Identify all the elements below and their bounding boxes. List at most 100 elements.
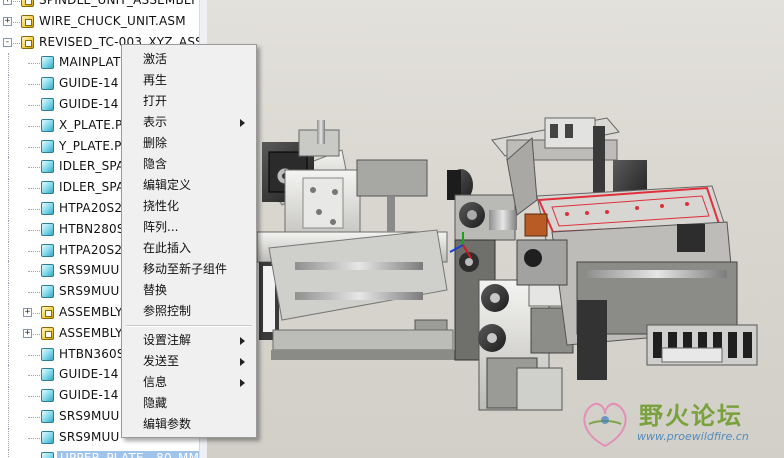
tree-connector bbox=[28, 188, 40, 190]
tree-connector bbox=[28, 63, 40, 65]
part-icon bbox=[41, 285, 54, 299]
context-menu-item-label: 再生 bbox=[143, 73, 168, 87]
context-menu-item[interactable]: 在此插入 bbox=[122, 238, 256, 259]
context-menu-item-label: 删除 bbox=[143, 136, 168, 150]
tree-item-label: ASSEMBLY bbox=[59, 325, 123, 340]
tree-item[interactable]: + SPINDLE_UNIT_ASSEMBLY bbox=[0, 0, 199, 11]
tree-connector bbox=[8, 219, 9, 240]
part-icon bbox=[41, 181, 54, 195]
assembly-icon bbox=[21, 14, 34, 28]
tree-connector bbox=[8, 261, 9, 282]
context-menu-item[interactable]: 编辑参数 bbox=[122, 414, 256, 435]
tree-connector bbox=[8, 407, 9, 427]
context-menu-item[interactable]: 再生 bbox=[122, 70, 256, 91]
tree-connector bbox=[8, 157, 9, 178]
context-menu-item[interactable]: 激活 bbox=[122, 49, 256, 70]
tree-connector bbox=[8, 115, 9, 136]
tree-connector bbox=[28, 354, 40, 356]
tree-connector bbox=[28, 105, 40, 106]
assembly-icon bbox=[41, 326, 54, 340]
menu-separator bbox=[126, 325, 252, 327]
part-icon bbox=[41, 410, 54, 423]
tree-connector bbox=[8, 386, 9, 407]
context-menu-item[interactable]: 隐藏 bbox=[122, 393, 256, 414]
context-menu-item[interactable]: 发送至 bbox=[122, 351, 256, 372]
context-menu-item[interactable]: 信息 bbox=[122, 372, 256, 393]
tree-item-label: ASSEMBLY bbox=[59, 305, 123, 319]
context-menu-item-label: 移动至新子组件 bbox=[143, 262, 228, 276]
tree-connector bbox=[28, 146, 40, 148]
part-icon bbox=[41, 139, 54, 153]
tree-item[interactable]: + WIRE_CHUCK_UNIT.ASM bbox=[0, 12, 199, 32]
tree-connector bbox=[8, 240, 9, 261]
tree-connector bbox=[8, 178, 9, 199]
context-menu-item[interactable]: 打开 bbox=[122, 91, 256, 112]
tree-item-label: WIRE_CHUCK_UNIT.ASM bbox=[39, 13, 186, 28]
tree-connector bbox=[8, 136, 9, 157]
tree-connector bbox=[8, 74, 9, 95]
tree-item-label: MAINPLAT bbox=[59, 55, 121, 70]
tree-connector bbox=[28, 375, 40, 377]
expand-icon[interactable]: + bbox=[23, 308, 32, 317]
collapse-icon[interactable]: - bbox=[3, 37, 12, 47]
part-icon bbox=[41, 118, 54, 132]
context-menu-item[interactable]: 参照控制 bbox=[122, 301, 256, 322]
context-menu-item-label: 打开 bbox=[143, 94, 168, 108]
assembly-model-render bbox=[256, 117, 758, 411]
part-icon bbox=[41, 451, 54, 458]
left-unit bbox=[256, 120, 473, 360]
context-menu-item-label: 信息 bbox=[143, 375, 168, 389]
tree-item-label: SRS9MUU bbox=[59, 429, 120, 444]
submenu-arrow-icon bbox=[240, 119, 245, 127]
tree-item-label: UPPER_PLATE__80_MM bbox=[57, 450, 203, 458]
part-icon bbox=[41, 368, 54, 382]
submenu-arrow-icon bbox=[240, 358, 245, 366]
expand-icon[interactable]: + bbox=[23, 328, 32, 338]
tree-connector bbox=[8, 303, 9, 323]
tree-item-selected[interactable]: UPPER_PLATE__80_MM bbox=[0, 448, 203, 458]
watermark-logo-icon bbox=[583, 402, 627, 448]
tree-connector bbox=[28, 84, 40, 86]
context-menu-item[interactable]: 隐含 bbox=[122, 154, 256, 175]
expand-icon[interactable]: + bbox=[3, 0, 12, 5]
submenu-arrow-icon bbox=[240, 379, 245, 387]
graphics-viewport[interactable] bbox=[207, 0, 784, 458]
tree-connector bbox=[28, 437, 40, 439]
context-menu-item-label: 隐含 bbox=[143, 157, 168, 171]
context-menu-item[interactable]: 删除 bbox=[122, 133, 256, 154]
context-menu-item-label: 表示 bbox=[143, 115, 168, 129]
tree-connector bbox=[8, 448, 9, 458]
tree-connector bbox=[28, 209, 40, 210]
context-menu-item-label: 隐藏 bbox=[143, 396, 168, 410]
tree-connector bbox=[8, 53, 9, 74]
context-menu-item-label: 参照控制 bbox=[143, 304, 192, 318]
tree-connector bbox=[8, 344, 9, 365]
tree-connector bbox=[28, 229, 40, 231]
part-icon bbox=[41, 389, 54, 403]
tree-item-label: GUIDE-14 bbox=[59, 367, 119, 382]
context-menu-item[interactable]: 移动至新子组件 bbox=[122, 259, 256, 280]
context-menu-item[interactable]: 编辑定义 bbox=[122, 175, 256, 196]
tree-item-label: SRS9MUU bbox=[59, 409, 120, 423]
context-menu-item-label: 替换 bbox=[143, 283, 168, 297]
tree-connector bbox=[28, 292, 40, 294]
expand-icon[interactable]: + bbox=[3, 16, 12, 26]
context-menu-item[interactable]: 阵列... bbox=[122, 217, 256, 238]
tree-item-label: Y_PLATE.P bbox=[59, 138, 122, 153]
context-menu-item[interactable]: 替换 bbox=[122, 280, 256, 301]
context-menu: 激活再生打开表示删除隐含编辑定义 挠性化 阵列... 在此插入移动至新子组件 替换参照控… bbox=[121, 44, 257, 438]
tree-connector bbox=[28, 417, 40, 418]
part-icon bbox=[41, 243, 54, 257]
tree-connector bbox=[28, 167, 40, 169]
part-icon bbox=[41, 56, 54, 70]
tree-connector bbox=[8, 323, 9, 344]
tree-connector bbox=[28, 125, 40, 127]
tree-item-label: GUIDE-14 bbox=[59, 388, 119, 403]
context-menu-item[interactable]: 设置注解 bbox=[122, 330, 256, 351]
tree-item-label: IDLER_SPA bbox=[59, 159, 125, 174]
part-icon bbox=[41, 264, 54, 278]
context-menu-item[interactable]: 挠性化 bbox=[122, 196, 256, 217]
tree-item-label: SRS9MUU bbox=[59, 263, 120, 278]
context-menu-item[interactable]: 表示 bbox=[122, 112, 256, 133]
tree-connector bbox=[28, 271, 40, 273]
